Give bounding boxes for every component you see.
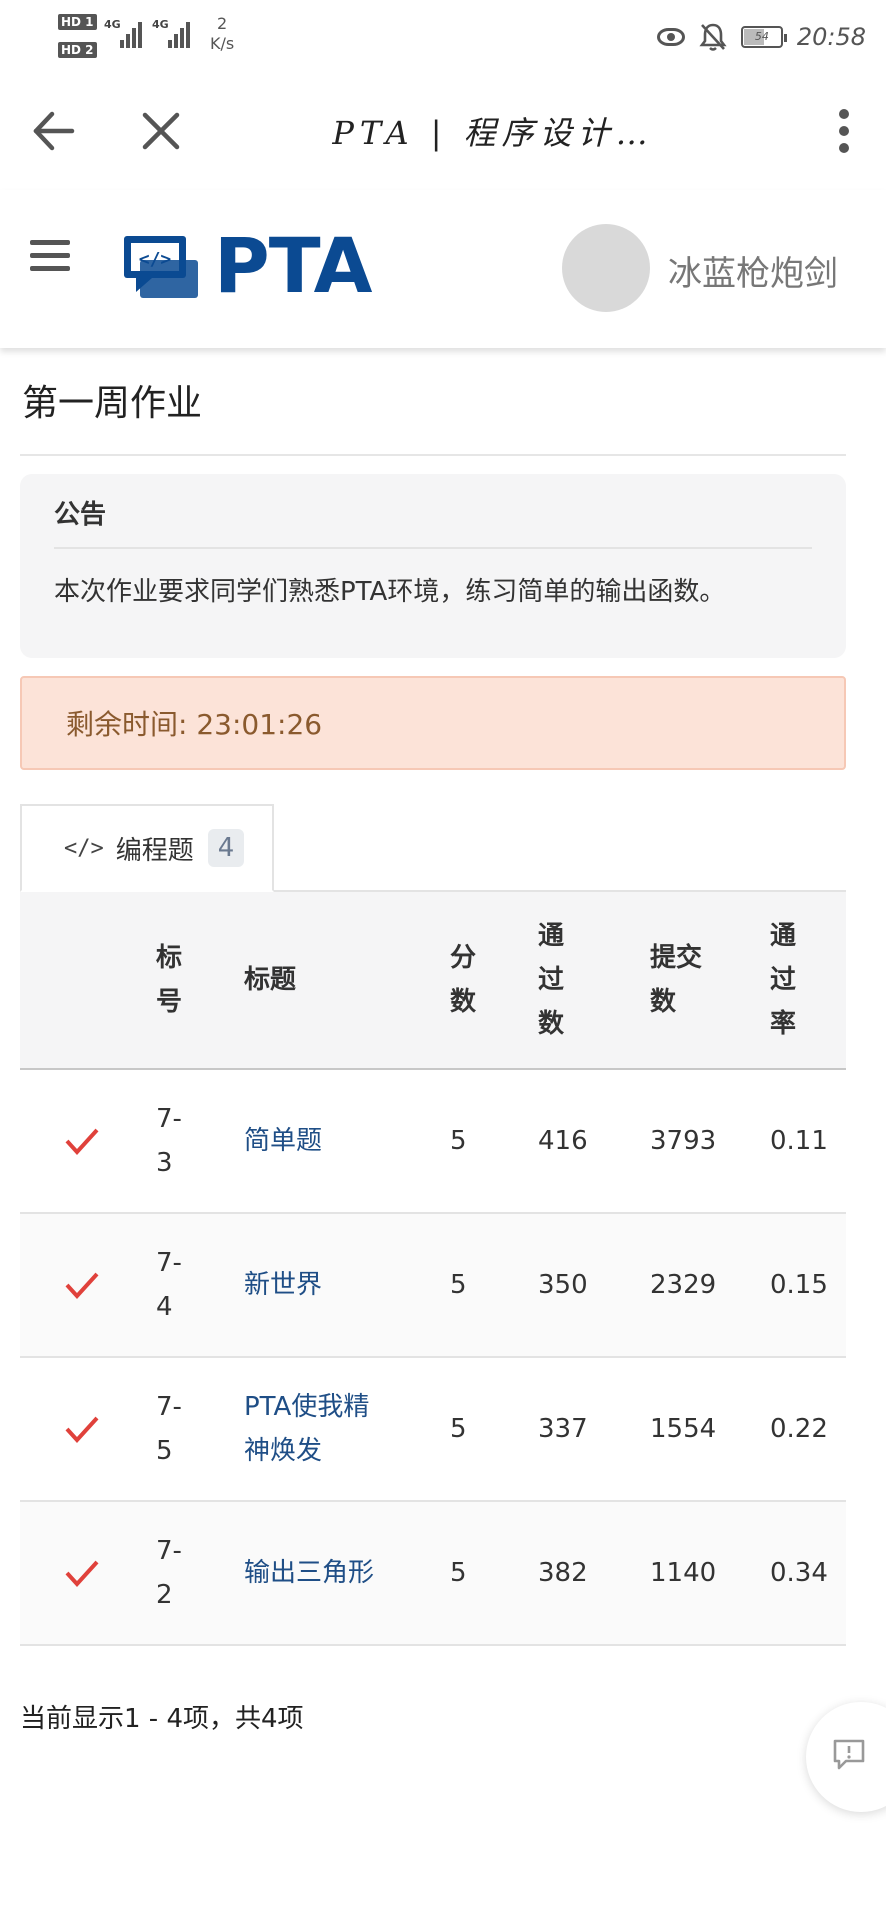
- hamburger-menu-icon[interactable]: [30, 240, 70, 274]
- hd1-indicator: HD 1: [58, 14, 97, 30]
- main-content: 第一周作业 公告 本次作业要求同学们熟悉PTA环境，练习简单的输出函数。 剩余时…: [20, 348, 846, 1735]
- tab-label: 编程题: [115, 835, 194, 866]
- hd2-indicator: HD 2: [58, 42, 97, 58]
- mute-bell-icon: [699, 23, 727, 51]
- problem-score: 5: [450, 1357, 538, 1502]
- table-row[interactable]: 7-3 简单题 5 416 3793 0.11: [20, 1069, 846, 1214]
- problem-title-link[interactable]: 简单题: [244, 1126, 322, 1156]
- notice-card: 公告 本次作业要求同学们熟悉PTA环境，练习简单的输出函数。: [20, 474, 846, 658]
- problem-title-cell: 简单题: [244, 1069, 450, 1214]
- problem-title-link[interactable]: 输出三角形: [244, 1558, 374, 1588]
- problem-score: 5: [450, 1213, 538, 1358]
- check-icon: [65, 1560, 99, 1587]
- problem-id: 7-4: [156, 1213, 244, 1358]
- battery-icon: 54: [740, 26, 787, 48]
- problem-rate: 0.11: [770, 1069, 846, 1214]
- table-row[interactable]: 7-2 输出三角形 5 382 1140 0.34: [20, 1501, 846, 1646]
- status-cell: [20, 1213, 156, 1358]
- problem-id-text: 7-5: [156, 1392, 182, 1466]
- header-id[interactable]: 标号: [156, 892, 244, 1070]
- problem-rate: 0.15: [770, 1213, 846, 1358]
- problem-submitted: 3793: [650, 1069, 770, 1214]
- problem-id: 7-3: [156, 1069, 244, 1214]
- logo-text: PTA: [214, 221, 372, 310]
- pagination-summary: 当前显示1 - 4项，共4项: [20, 1704, 304, 1734]
- problem-title-cell: PTA使我精神焕发: [244, 1357, 450, 1502]
- problem-id-text: 7-2: [156, 1536, 182, 1610]
- problem-passed: 416: [538, 1069, 650, 1214]
- signal-1-icon: 4G: [104, 14, 148, 48]
- network-speed: 2 K/s: [210, 14, 234, 54]
- header-status: [20, 892, 156, 1070]
- problem-passed: 382: [538, 1501, 650, 1646]
- notice-title: 公告: [54, 494, 812, 549]
- problem-id-text: 7-3: [156, 1104, 182, 1178]
- tab-bar: </> 编程题 4: [20, 804, 846, 892]
- header-passed[interactable]: 通过数: [538, 892, 650, 1070]
- back-arrow-icon[interactable]: [28, 106, 78, 156]
- header-score[interactable]: 分数: [450, 892, 538, 1070]
- header-id-label: 标号: [156, 943, 183, 1017]
- tab-count-badge: 4: [207, 829, 245, 867]
- check-icon: [65, 1128, 99, 1155]
- site-header: </> PTA 冰蓝枪炮剑: [0, 190, 886, 348]
- network-type-2: 4G: [152, 18, 169, 31]
- table-row[interactable]: 7-5 PTA使我精神焕发 5 337 1554 0.22: [20, 1357, 846, 1502]
- code-chat-logo-icon: </>: [124, 236, 198, 298]
- status-cell: [20, 1501, 156, 1646]
- clock: 20:58: [796, 23, 866, 51]
- problem-score: 5: [450, 1501, 538, 1646]
- header-submitted-label: 提交数: [650, 943, 703, 1017]
- speed-value: 2: [217, 14, 228, 33]
- problem-table: 标号 标题 分数 通过数 提交数 通过率 7-3 简单题 5 416 3793 …: [20, 892, 846, 1646]
- header-rate-label: 通过率: [770, 921, 797, 1039]
- tab-programming[interactable]: </> 编程题 4: [20, 804, 274, 892]
- problem-passed: 350: [538, 1213, 650, 1358]
- check-icon: [65, 1272, 99, 1299]
- close-icon[interactable]: [136, 106, 186, 156]
- eye-comfort-icon: [656, 28, 685, 46]
- problem-score: 5: [450, 1069, 538, 1214]
- check-icon: [65, 1416, 99, 1443]
- problem-submitted: 1554: [650, 1357, 770, 1502]
- problem-title-link[interactable]: PTA使我精神焕发: [244, 1385, 394, 1473]
- network-type-1: 4G: [104, 18, 121, 31]
- browser-toolbar: PTA | 程序设计…: [0, 72, 886, 191]
- avatar[interactable]: [562, 224, 650, 312]
- page-title: 第一周作业: [20, 348, 846, 456]
- table-header-row: 标号 标题 分数 通过数 提交数 通过率: [20, 892, 846, 1070]
- problem-title-cell: 新世界: [244, 1213, 450, 1358]
- username[interactable]: 冰蓝枪炮剑: [668, 246, 838, 295]
- header-passed-label: 通过数: [538, 921, 565, 1039]
- status-cell: [20, 1357, 156, 1502]
- code-icon: </>: [64, 835, 104, 861]
- status-bar: HD 1 HD 2 4G 4G 2 K/s 54 20:58: [0, 0, 886, 72]
- header-score-label: 分数: [450, 943, 477, 1017]
- header-rate[interactable]: 通过率: [770, 892, 846, 1070]
- speed-unit: K/s: [210, 34, 235, 53]
- problem-title-link[interactable]: 新世界: [244, 1270, 322, 1300]
- notice-body: 本次作业要求同学们熟悉PTA环境，练习简单的输出函数。: [54, 577, 726, 607]
- problem-title-cell: 输出三角形: [244, 1501, 450, 1646]
- problem-submitted: 2329: [650, 1213, 770, 1358]
- remaining-time-banner: 剩余时间: 23:01:26: [20, 676, 846, 770]
- problem-submitted: 1140: [650, 1501, 770, 1646]
- problem-passed: 337: [538, 1357, 650, 1502]
- table-row[interactable]: 7-4 新世界 5 350 2329 0.15: [20, 1213, 846, 1358]
- problem-id: 7-5: [156, 1357, 244, 1502]
- problem-rate: 0.22: [770, 1357, 846, 1502]
- pta-logo[interactable]: </> PTA: [122, 221, 372, 310]
- browser-page-title: PTA | 程序设计…: [332, 114, 654, 152]
- problem-id-text: 7-4: [156, 1248, 182, 1322]
- problem-rate: 0.34: [770, 1501, 846, 1646]
- more-options-icon[interactable]: [832, 106, 856, 156]
- feedback-icon: [833, 1739, 865, 1770]
- svg-text:</>: </>: [139, 249, 172, 270]
- header-title[interactable]: 标题: [244, 892, 450, 1070]
- status-cell: [20, 1069, 156, 1214]
- header-submitted[interactable]: 提交数: [650, 892, 770, 1070]
- problem-id: 7-2: [156, 1501, 244, 1646]
- signal-2-icon: 4G: [152, 14, 196, 48]
